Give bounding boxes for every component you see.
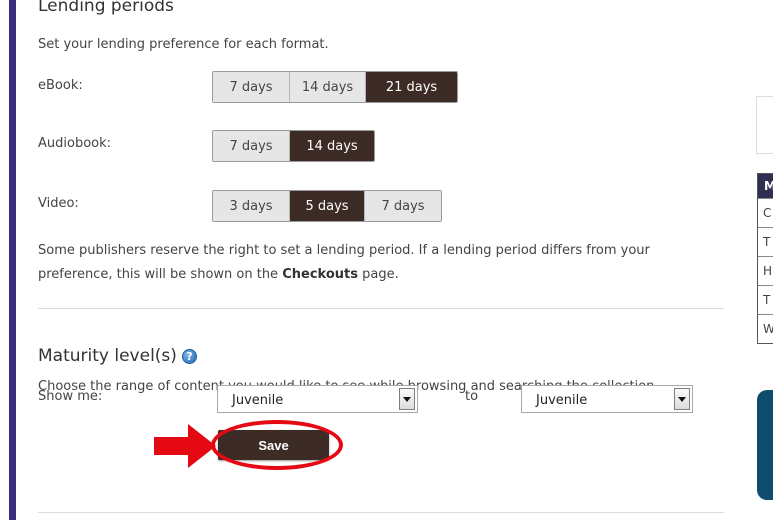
checkouts-link[interactable]: Checkouts	[282, 267, 358, 282]
audiobook-label: Audiobook:	[38, 136, 112, 151]
video-7-days-option[interactable]: 7 days	[365, 191, 441, 221]
left-accent-bar	[9, 0, 16, 520]
help-icon[interactable]: ?	[182, 349, 197, 364]
audiobook-period-selector: 7 days 14 days	[212, 130, 375, 162]
video-label: Video:	[38, 196, 79, 211]
to-label: to	[465, 389, 479, 404]
annotation-arrow-icon	[154, 424, 216, 468]
maturity-from-select[interactable]: Juvenile	[217, 385, 418, 413]
right-panel-box	[756, 96, 773, 154]
show-me-label: Show me:	[38, 389, 103, 404]
bottom-divider	[38, 512, 724, 513]
lending-periods-title: Lending periods	[38, 0, 174, 16]
audiobook-14-days-option[interactable]: 14 days	[290, 131, 374, 161]
dropdown-arrow-icon[interactable]	[399, 388, 415, 410]
section-divider	[38, 308, 724, 309]
maturity-from-value: Juvenile	[232, 393, 284, 408]
lending-periods-description: Set your lending preference for each for…	[38, 37, 329, 52]
ebook-7-days-option[interactable]: 7 days	[213, 72, 290, 102]
audiobook-7-days-option[interactable]: 7 days	[213, 131, 290, 161]
video-5-days-option[interactable]: 5 days	[290, 191, 365, 221]
ebook-period-selector: 7 days 14 days 21 days	[212, 71, 458, 103]
maturity-to-value: Juvenile	[536, 393, 588, 408]
ebook-21-days-option[interactable]: 21 days	[366, 72, 457, 102]
maturity-to-select[interactable]: Juvenile	[521, 385, 693, 413]
lending-period-note: Some publishers reserve the right to set…	[38, 239, 718, 287]
right-panel-row[interactable]: T	[758, 227, 773, 256]
right-panel-promo	[757, 390, 773, 500]
ebook-label: eBook:	[38, 78, 83, 93]
ebook-14-days-option[interactable]: 14 days	[290, 72, 366, 102]
right-panel-table: M C T H T W	[757, 173, 773, 344]
right-panel-header: M	[758, 174, 773, 198]
maturity-levels-title: Maturity level(s)	[38, 346, 177, 366]
annotation-circle	[211, 420, 343, 470]
right-panel-row[interactable]: T	[758, 285, 773, 314]
video-3-days-option[interactable]: 3 days	[213, 191, 290, 221]
video-period-selector: 3 days 5 days 7 days	[212, 190, 442, 222]
right-panel-row[interactable]: W	[758, 314, 773, 343]
right-panel-row[interactable]: C	[758, 198, 773, 227]
dropdown-arrow-icon[interactable]	[674, 388, 690, 410]
right-panel-row[interactable]: H	[758, 256, 773, 285]
note-text-part2: page.	[357, 267, 399, 282]
